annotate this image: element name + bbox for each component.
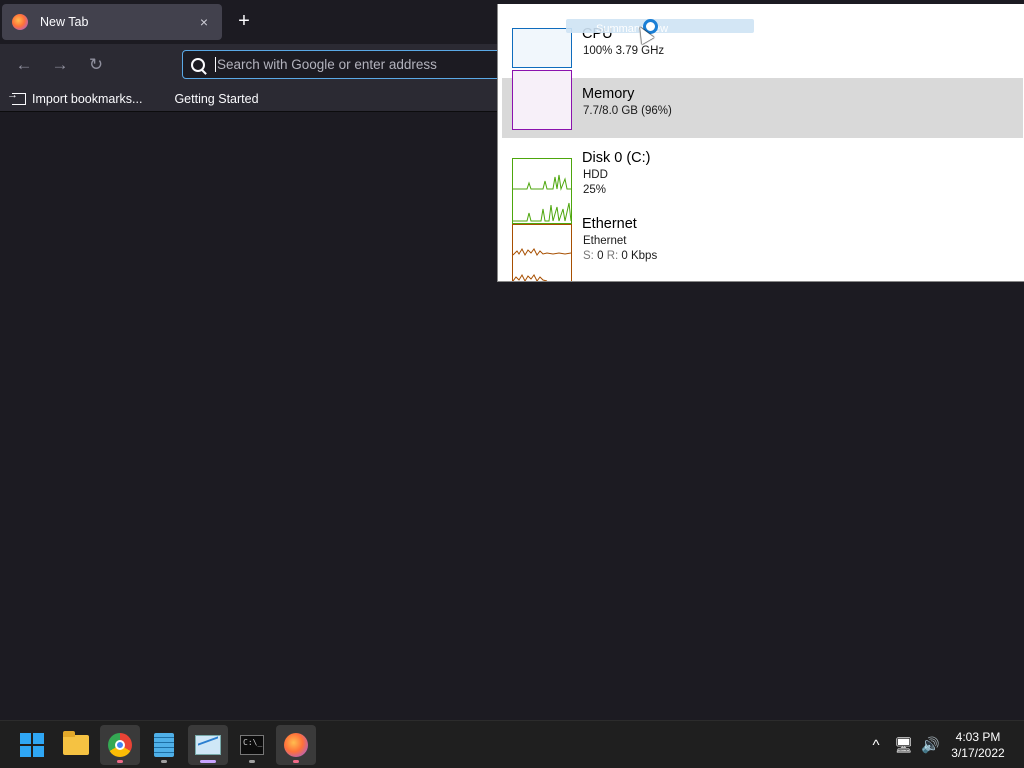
resource-memory[interactable]: Memory 7.7/8.0 GB (96%) xyxy=(502,70,1023,138)
getting-started-link[interactable]: Getting Started xyxy=(174,92,258,106)
resource-detail-2: 25% xyxy=(583,184,607,196)
running-indicator xyxy=(117,760,123,763)
send-value: 0 xyxy=(597,250,604,262)
running-indicator xyxy=(249,760,255,763)
new-tab-button[interactable]: + xyxy=(232,10,256,34)
reload-button[interactable]: ↻ xyxy=(84,53,108,77)
back-button[interactable]: ← xyxy=(12,53,36,77)
notepad-icon xyxy=(154,733,174,757)
resource-detail: HDD xyxy=(583,169,608,181)
ethernet-activity-graph xyxy=(512,247,572,281)
task-manager-button[interactable] xyxy=(188,725,228,765)
receive-value: 0 Kbps xyxy=(621,250,658,262)
clock-date: 3/17/2022 xyxy=(951,746,1005,760)
resource-detail: 100% 3.79 GHz xyxy=(583,45,665,57)
resource-disk[interactable]: Disk 0 (C:) HDD 25% xyxy=(502,138,1023,224)
import-bookmarks-link[interactable]: Import bookmarks... xyxy=(7,89,143,106)
task-manager-icon xyxy=(195,735,221,755)
ethernet-graph xyxy=(512,224,572,281)
resource-title: Ethernet xyxy=(582,216,637,232)
resource-throughput: S: 0 R: 0 Kbps xyxy=(583,250,657,262)
close-icon[interactable]: × xyxy=(196,14,212,30)
clock-time: 4:03 PM xyxy=(955,730,1001,744)
firefox-tab-icon xyxy=(12,14,28,30)
memory-graph xyxy=(512,70,572,130)
receive-label: R: xyxy=(606,250,619,262)
system-tray: ^ 🖥 🔊 xyxy=(866,721,940,768)
tab-new-tab[interactable]: New Tab × xyxy=(2,4,222,40)
show-hidden-icons-chevron-icon[interactable]: ^ xyxy=(866,737,886,754)
chrome-icon xyxy=(108,733,132,757)
address-input[interactable] xyxy=(215,57,495,72)
resource-title: Disk 0 (C:) xyxy=(582,150,651,166)
active-indicator xyxy=(200,760,216,763)
resource-title: Memory xyxy=(582,86,635,102)
running-indicator xyxy=(161,760,167,763)
import-bookmarks-label: Import bookmarks... xyxy=(32,91,143,106)
start-button[interactable] xyxy=(12,725,52,765)
url-bar[interactable] xyxy=(182,50,512,79)
forward-button[interactable]: → xyxy=(48,53,72,77)
firefox-button[interactable] xyxy=(276,725,316,765)
firefox-icon xyxy=(284,733,308,757)
running-indicator xyxy=(293,760,299,763)
drag-ghost-tooltip: Summary view xyxy=(566,19,754,35)
resource-ethernet[interactable]: Ethernet Ethernet S: 0 R: 0 Kbps xyxy=(502,204,1023,281)
search-icon xyxy=(191,57,205,72)
windows-logo-icon xyxy=(20,733,44,757)
resource-detail: Ethernet xyxy=(583,235,627,247)
resource-cpu[interactable]: CPU 100% 3.79 GHz xyxy=(502,4,1023,70)
send-label: S: xyxy=(583,250,594,262)
tab-title: New Tab xyxy=(40,15,89,29)
chrome-button[interactable] xyxy=(100,725,140,765)
import-icon xyxy=(7,89,26,105)
file-explorer-icon xyxy=(63,731,89,755)
notepad-button[interactable] xyxy=(144,725,184,765)
task-manager-summary: CPU 100% 3.79 GHz Memory 7.7/8.0 GB (96%… xyxy=(497,4,1024,282)
cpu-graph xyxy=(512,28,572,68)
terminal-button[interactable]: C:\_ xyxy=(232,725,272,765)
resource-detail: 7.7/8.0 GB (96%) xyxy=(583,105,672,117)
taskbar: C:\_ ^ 🖥 🔊 4:03 PM 3/17/2022 xyxy=(0,720,1024,768)
volume-icon[interactable]: 🔊 xyxy=(921,736,940,754)
clock[interactable]: 4:03 PM 3/17/2022 xyxy=(940,729,1016,761)
network-icon[interactable]: 🖥 xyxy=(894,736,913,754)
file-explorer-button[interactable] xyxy=(56,725,96,765)
terminal-icon: C:\_ xyxy=(240,735,264,755)
